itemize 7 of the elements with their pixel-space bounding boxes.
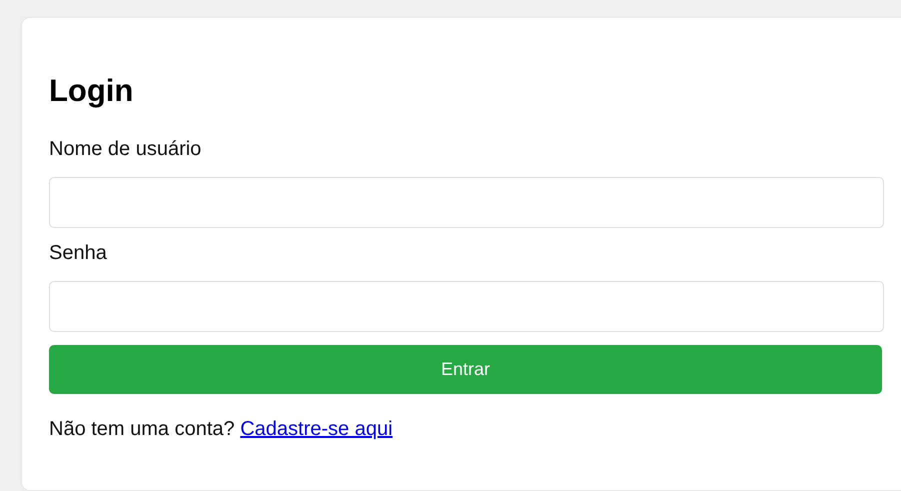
signup-prompt: Não tem uma conta? Cadastre-se aqui	[49, 417, 393, 441]
field-label: Senha	[49, 241, 107, 265]
signup-link[interactable]: Cadastre-se aqui	[240, 418, 393, 440]
login-title: Login	[49, 74, 134, 108]
input-field[interactable]	[49, 281, 884, 332]
field-label: Nome de usuário	[49, 137, 202, 161]
input-field[interactable]	[49, 177, 884, 228]
